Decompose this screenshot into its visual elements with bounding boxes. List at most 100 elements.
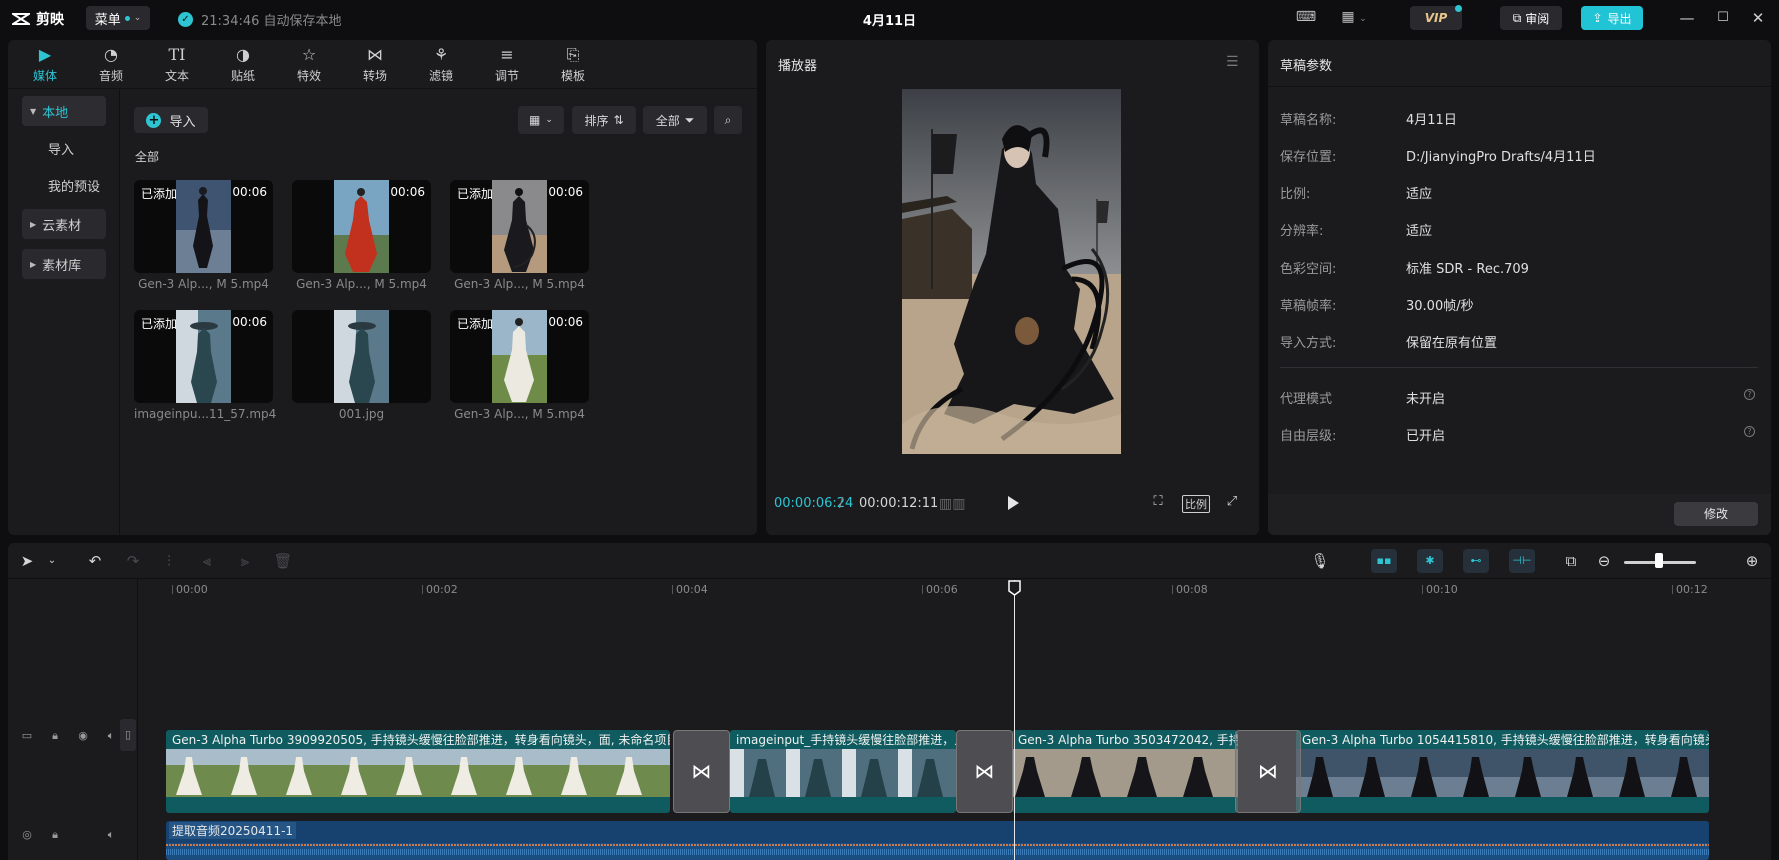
select-cursor-icon[interactable]: ➤ bbox=[16, 551, 38, 571]
video-clip[interactable]: Gen-3 Alpha Turbo 1054415810, 手持镜头缓慢往脸部推… bbox=[1296, 730, 1709, 813]
chevron-down-icon[interactable]: ⌄ bbox=[41, 551, 63, 571]
divider bbox=[1268, 86, 1771, 87]
video-clip[interactable]: Gen-3 Alpha Turbo 3909920505, 手持镜头缓慢往脸部推… bbox=[166, 730, 670, 813]
play-icon[interactable] bbox=[1005, 495, 1021, 511]
lock-icon[interactable]: 🔒︎ bbox=[46, 727, 64, 745]
zoom-in-icon[interactable]: ⊕ bbox=[1741, 551, 1763, 571]
zoom-slider-handle[interactable] bbox=[1655, 553, 1663, 568]
app-logo: 剪映 bbox=[12, 9, 64, 29]
delete-icon[interactable]: 🗑 bbox=[272, 551, 294, 571]
maximize-icon[interactable]: ☐ bbox=[1713, 8, 1733, 28]
import-button[interactable]: + 导入 bbox=[134, 107, 208, 133]
ruler-tick bbox=[1672, 585, 1673, 594]
media-thumbnail bbox=[492, 310, 547, 403]
help-icon[interactable]: ? bbox=[1744, 389, 1755, 400]
menu-button[interactable]: 菜单 ⌄ bbox=[86, 6, 150, 30]
zoom-out-icon[interactable]: ⊖ bbox=[1593, 551, 1615, 571]
filter-button[interactable]: 全部 ⏷ bbox=[643, 106, 707, 134]
media-item[interactable] bbox=[292, 310, 431, 403]
volume-icon[interactable]: 🔈︎ bbox=[102, 826, 120, 844]
tab-media[interactable]: ▶ 媒体 bbox=[12, 40, 78, 88]
help-icon[interactable]: ? bbox=[1744, 426, 1755, 437]
ruler-label: 00:06 bbox=[926, 583, 958, 596]
volume-icon[interactable]: 🔈︎ bbox=[102, 727, 120, 745]
auto-snap-icon[interactable]: ✱ bbox=[1417, 549, 1443, 573]
media-item-name: Gen-3 Alp..., M 5.mp4 bbox=[138, 277, 269, 291]
prop-label: 自由层级: bbox=[1280, 429, 1337, 444]
modify-button[interactable]: 修改 bbox=[1674, 502, 1758, 526]
prop-value: 已开启 bbox=[1406, 429, 1446, 444]
media-panel: ▶ 媒体 ◔ 音频 TI 文本 ◑ 贴纸 ☆ 特效 ⋈ 转场 ⚘ 滤镜 ≡ 调节 bbox=[8, 40, 757, 535]
tab-template[interactable]: ⎘ 模板 bbox=[540, 40, 606, 88]
tab-audio[interactable]: ◔ 音频 bbox=[78, 40, 144, 88]
preview-axis-icon[interactable]: ⊣⊢ bbox=[1509, 549, 1535, 573]
ratio-button[interactable]: 比例 bbox=[1182, 495, 1210, 513]
grid-view-icon: ▦ bbox=[529, 113, 541, 127]
autosave-status: ✓ 21:34:46 自动保存本地 bbox=[178, 10, 342, 29]
review-button[interactable]: ⧉ 审阅 bbox=[1500, 6, 1562, 30]
split-right-icon[interactable]: ⫸ bbox=[234, 551, 256, 571]
tab-text[interactable]: TI 文本 bbox=[144, 40, 210, 88]
expand-icon[interactable]: ⤢ bbox=[1221, 494, 1243, 514]
time-ruler[interactable]: 00:00 00:02 00:04 00:06 00:08 00:10 00:1… bbox=[138, 579, 1771, 599]
export-button[interactable]: ⇪ 导出 bbox=[1581, 6, 1643, 30]
duration-label: 00:06 bbox=[548, 185, 583, 199]
hamburger-menu-icon[interactable]: ☰ bbox=[1226, 54, 1239, 70]
tab-sticker[interactable]: ◑ 贴纸 bbox=[210, 40, 276, 88]
transition-marker[interactable]: ⋈ bbox=[673, 730, 730, 813]
keyboard-shortcuts-icon[interactable]: ⌨ bbox=[1295, 9, 1317, 27]
media-item[interactable]: 已添加 00:06 bbox=[450, 180, 589, 273]
media-item[interactable]: 00:06 bbox=[292, 180, 431, 273]
sidebar-item-local[interactable]: ▼ 本地 bbox=[22, 96, 106, 126]
fullscreen-zoom-icon[interactable]: ⛶ bbox=[1147, 494, 1169, 514]
media-item[interactable]: 已添加 00:06 bbox=[134, 180, 273, 273]
timeline-grid-icon[interactable]: ▥▥ bbox=[939, 496, 965, 512]
media-item[interactable]: 已添加 00:06 bbox=[134, 310, 273, 403]
linkage-icon[interactable]: ⊷ bbox=[1463, 549, 1489, 573]
audio-clip[interactable]: 提取音频20250411-1 bbox=[166, 821, 1709, 860]
screen-preview-icon[interactable]: ⧉ bbox=[1560, 551, 1582, 571]
transition-marker[interactable]: ⋈ bbox=[1235, 730, 1301, 813]
sidebar-item-label: 本地 bbox=[42, 105, 69, 121]
search-button[interactable]: ⌕ bbox=[714, 106, 742, 134]
transition-marker[interactable]: ⋈ bbox=[956, 730, 1013, 813]
duration-label: 00:06 bbox=[232, 315, 267, 329]
sidebar-item-cloud[interactable]: ▶ 云素材 bbox=[22, 209, 106, 239]
layout-icon[interactable]: ▦ ⌄ bbox=[1334, 9, 1374, 27]
minimize-icon[interactable]: — bbox=[1677, 8, 1697, 28]
eye-icon[interactable]: ◉ bbox=[74, 727, 92, 745]
tab-filter[interactable]: ⚘ 滤镜 bbox=[408, 40, 474, 88]
prop-value: 适应 bbox=[1406, 224, 1433, 239]
added-badge: 已添加 bbox=[457, 187, 494, 201]
tab-effects[interactable]: ☆ 特效 bbox=[276, 40, 342, 88]
sidebar-item-library[interactable]: ▶ 素材库 bbox=[22, 249, 106, 279]
sidebar-item-label: 导入 bbox=[48, 142, 75, 158]
video-preview[interactable] bbox=[902, 89, 1121, 454]
added-badge: 已添加 bbox=[141, 317, 178, 331]
tab-adjust[interactable]: ≡ 调节 bbox=[474, 40, 540, 88]
lock-icon[interactable]: 🔒︎ bbox=[46, 826, 64, 844]
cover-icon[interactable]: ▯ bbox=[120, 719, 136, 751]
undo-icon[interactable]: ↶ bbox=[84, 551, 106, 571]
main-track-link-icon[interactable]: ▪▪ bbox=[1371, 549, 1397, 573]
microphone-icon[interactable]: 🎙 bbox=[1309, 551, 1331, 571]
view-mode-button[interactable]: ▦ ⌄ bbox=[518, 106, 564, 134]
playhead-handle[interactable] bbox=[1008, 580, 1021, 596]
sidebar-item-import[interactable]: 导入 bbox=[22, 133, 106, 163]
sidebar-item-presets[interactable]: 我的预设 bbox=[22, 170, 106, 200]
split-icon[interactable]: ⫶ bbox=[158, 551, 180, 571]
media-item[interactable]: 已添加 00:06 bbox=[450, 310, 589, 403]
funnel-icon: ⏷ bbox=[684, 112, 695, 127]
tab-transition[interactable]: ⋈ 转场 bbox=[342, 40, 408, 88]
split-left-icon[interactable]: ⫷ bbox=[196, 551, 218, 571]
playhead-line[interactable] bbox=[1014, 580, 1015, 860]
ruler-label: 00:10 bbox=[1426, 583, 1458, 596]
prop-value: 标准 SDR - Rec.709 bbox=[1406, 262, 1529, 277]
video-clip[interactable]: Gen-3 Alpha Turbo 3503472042, 手持镜头缓 bbox=[1012, 730, 1238, 813]
sort-button[interactable]: 排序 ⇅ bbox=[572, 106, 636, 134]
close-icon[interactable]: ✕ bbox=[1748, 8, 1768, 28]
redo-icon[interactable]: ↷ bbox=[122, 551, 144, 571]
video-clip[interactable]: imageinput_手持镜头缓慢往脸部推进，人 bbox=[730, 730, 956, 813]
prop-value: D:/JianyingPro Drafts/4月11日 bbox=[1406, 150, 1596, 165]
media-item-name: Gen-3 Alp..., M 5.mp4 bbox=[454, 407, 585, 421]
